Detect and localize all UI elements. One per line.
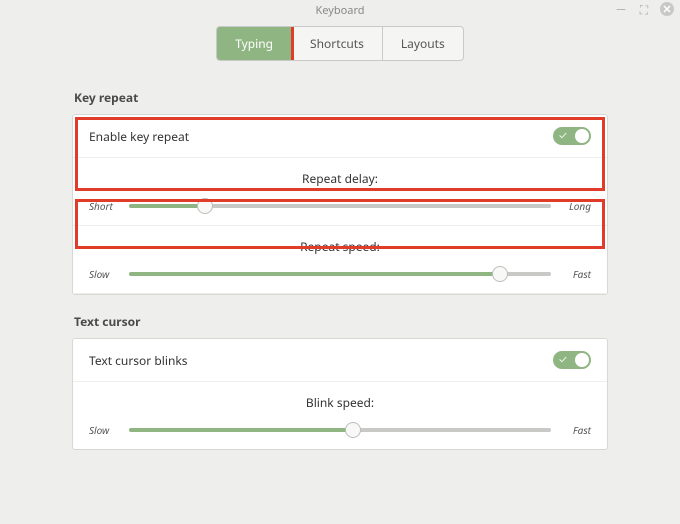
tab-label: Typing [235, 35, 273, 52]
repeat-speed-label: Repeat speed: [89, 238, 591, 255]
minimize-icon[interactable]: － [614, 2, 628, 16]
tab-typing[interactable]: Typing [217, 27, 292, 60]
enable-key-repeat-label: Enable key repeat [89, 128, 189, 145]
section-title-key-repeat: Key repeat [74, 89, 608, 106]
maximize-icon[interactable]: ⛶ [637, 2, 651, 16]
row-repeat-delay: Repeat delay: Short Long [73, 158, 607, 226]
row-blink-speed: Blink speed: Slow Fast [73, 382, 607, 449]
tab-label: Layouts [401, 35, 445, 52]
tab-label: Shortcuts [310, 35, 364, 52]
tab-shortcuts[interactable]: Shortcuts [292, 27, 383, 60]
row-enable-key-repeat: Enable key repeat ✓ [73, 115, 607, 158]
repeat-speed-min-label: Slow [89, 267, 121, 281]
blink-speed-min-label: Slow [89, 423, 121, 437]
repeat-delay-min-label: Short [89, 199, 121, 213]
panel-key-repeat: Enable key repeat ✓ Repeat delay: Short … [72, 114, 608, 295]
slider-thumb[interactable] [492, 266, 508, 282]
tab-bar: Typing Shortcuts Layouts [0, 20, 680, 71]
slider-fill [129, 204, 205, 208]
repeat-delay-label: Repeat delay: [89, 170, 591, 187]
check-icon: ✓ [559, 129, 567, 143]
repeat-delay-slider[interactable] [129, 199, 551, 213]
repeat-speed-max-label: Fast [559, 267, 591, 281]
slider-fill [129, 428, 353, 432]
slider-thumb[interactable] [345, 422, 361, 438]
blink-speed-max-label: Fast [559, 423, 591, 437]
tab-layouts[interactable]: Layouts [383, 27, 463, 60]
section-title-text-cursor: Text cursor [74, 313, 608, 330]
content-area: Key repeat Enable key repeat ✓ Repeat de… [0, 89, 680, 450]
slider-thumb[interactable] [197, 198, 213, 214]
text-cursor-blinks-switch[interactable]: ✓ [553, 351, 591, 369]
window-title: Keyboard [315, 3, 364, 18]
tab-list: Typing Shortcuts Layouts [216, 26, 464, 61]
text-cursor-blinks-label: Text cursor blinks [89, 352, 188, 369]
row-text-cursor-blinks: Text cursor blinks ✓ [73, 339, 607, 382]
repeat-delay-max-label: Long [559, 199, 591, 213]
blink-speed-slider[interactable] [129, 423, 551, 437]
window-controls: － ⛶ ✕ [614, 2, 674, 16]
row-repeat-speed: Repeat speed: Slow Fast [73, 226, 607, 294]
panel-text-cursor: Text cursor blinks ✓ Blink speed: Slow F… [72, 338, 608, 450]
close-icon[interactable]: ✕ [660, 2, 674, 16]
titlebar: Keyboard － ⛶ ✕ [0, 0, 680, 20]
blink-speed-label: Blink speed: [89, 394, 591, 411]
slider-fill [129, 272, 500, 276]
repeat-speed-slider[interactable] [129, 267, 551, 281]
enable-key-repeat-switch[interactable]: ✓ [553, 127, 591, 145]
check-icon: ✓ [559, 353, 567, 367]
